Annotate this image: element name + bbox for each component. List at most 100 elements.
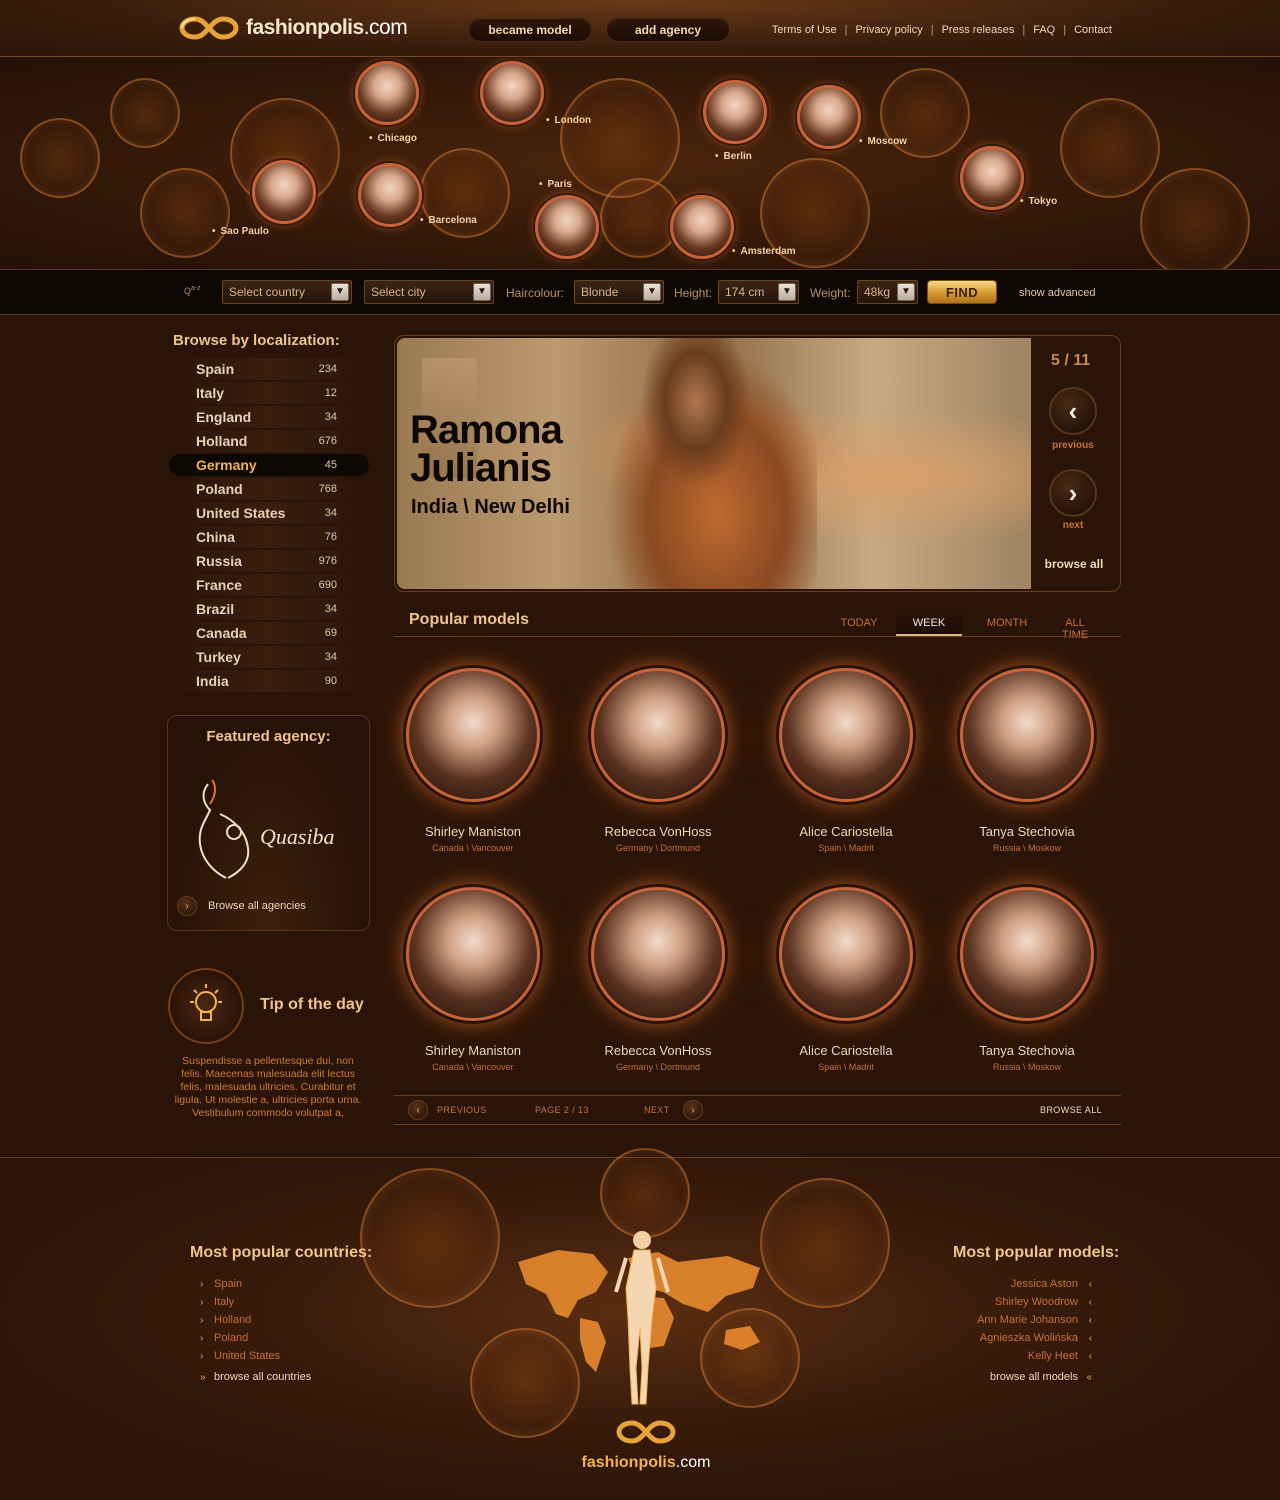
- featured-model-photo[interactable]: Ramona Julianis India \ New Delhi: [397, 338, 1031, 589]
- model-name[interactable]: Shirley Maniston: [383, 824, 563, 839]
- became-model-button[interactable]: became model: [468, 17, 592, 42]
- model-name[interactable]: Alice Cariostella: [756, 824, 936, 839]
- country-row-canada[interactable]: Canada 69: [169, 622, 369, 644]
- find-button[interactable]: FIND: [927, 280, 997, 304]
- model-name[interactable]: Rebecca VonHoss: [568, 1043, 748, 1058]
- city-paris[interactable]: Paris: [535, 179, 599, 259]
- next-slide-label[interactable]: next: [1049, 520, 1097, 531]
- chevron-right-icon[interactable]: ›: [683, 1100, 703, 1120]
- footer-logo[interactable]: fashionpolis.com: [580, 1415, 712, 1472]
- city-sao-paulo[interactable]: Sao Paulo: [221, 160, 316, 237]
- bokeh-decoration: [560, 78, 680, 198]
- country-row-united-states[interactable]: United States 34: [169, 502, 369, 524]
- browse-all-countries-link[interactable]: » browse all countries: [200, 1368, 311, 1386]
- nav-contact-link[interactable]: Contact: [1066, 24, 1112, 36]
- tab-month[interactable]: MONTH: [962, 608, 1052, 636]
- country-row-spain[interactable]: Spain 234: [169, 358, 369, 380]
- country-row-italy[interactable]: Italy 12: [169, 382, 369, 404]
- tab-all-time[interactable]: ALL TIME: [1052, 608, 1098, 641]
- height-value: 174 cm: [725, 285, 765, 299]
- pager-previous[interactable]: PREVIOUS: [437, 1105, 487, 1115]
- pager-next[interactable]: NEXT: [644, 1105, 670, 1115]
- model-card[interactable]: Shirley Maniston Canada \ Vancouver: [383, 887, 563, 1072]
- city-select[interactable]: Select city ▼: [364, 280, 494, 304]
- city-chicago[interactable]: Chicago: [355, 61, 419, 144]
- model-photo[interactable]: [591, 887, 725, 1021]
- pager-browse-all[interactable]: BROWSE ALL: [1040, 1105, 1102, 1115]
- popular-country-link[interactable]: › Poland: [200, 1329, 311, 1347]
- previous-slide-label[interactable]: previous: [1049, 440, 1097, 451]
- city-moscow[interactable]: Moscow: [797, 85, 907, 149]
- model-name[interactable]: Tanya Stechovia: [937, 1043, 1117, 1058]
- tab-today[interactable]: TODAY: [822, 608, 896, 636]
- model-name[interactable]: Alice Cariostella: [756, 1043, 936, 1058]
- city-barcelona[interactable]: Barcelona: [358, 163, 477, 227]
- country-row-china[interactable]: China 76: [169, 526, 369, 548]
- city-amsterdam[interactable]: Amsterdam: [670, 195, 796, 259]
- popular-country-link[interactable]: › Holland: [200, 1311, 311, 1329]
- country-select[interactable]: Select country ▼: [222, 280, 352, 304]
- model-card[interactable]: Rebecca VonHoss Germany \ Dortmund: [568, 887, 748, 1072]
- model-photo[interactable]: [591, 668, 725, 802]
- browse-agencies-link[interactable]: › Browse all agencies: [177, 896, 306, 916]
- model-card[interactable]: Shirley Maniston Canada \ Vancouver: [383, 668, 563, 853]
- model-card[interactable]: Rebecca VonHoss Germany \ Dortmund: [568, 668, 748, 853]
- chevron-down-icon: ▼: [643, 283, 661, 301]
- chevron-left-icon[interactable]: ‹: [408, 1100, 428, 1120]
- country-row-turkey[interactable]: Turkey 34: [169, 646, 369, 668]
- model-photo[interactable]: [406, 887, 540, 1021]
- popular-country-link[interactable]: › United States: [200, 1347, 311, 1365]
- haircolour-select[interactable]: Blonde ▼: [574, 280, 664, 304]
- weight-select[interactable]: 48kg ▼: [857, 280, 918, 304]
- popular-model-link[interactable]: Kelly Heet ‹: [956, 1347, 1092, 1365]
- browse-all-slides-link[interactable]: browse all: [1038, 557, 1110, 571]
- country-row-germany[interactable]: Germany 45: [169, 454, 369, 476]
- model-name[interactable]: Shirley Maniston: [383, 1043, 563, 1058]
- browse-all-models-link[interactable]: browse all models «: [956, 1368, 1092, 1386]
- model-photo[interactable]: [960, 887, 1094, 1021]
- add-agency-button[interactable]: add agency: [606, 17, 730, 42]
- model-photo[interactable]: [960, 668, 1094, 802]
- show-advanced-link[interactable]: show advanced: [1019, 287, 1095, 299]
- model-card[interactable]: Alice Cariostella Spain \ Madrit: [756, 668, 936, 853]
- country-name: England: [196, 409, 252, 425]
- country-row-india[interactable]: India 90: [169, 670, 369, 692]
- haircolour-label: Haircolour:: [506, 286, 565, 300]
- model-card[interactable]: Alice Cariostella Spain \ Madrit: [756, 887, 936, 1072]
- city-berlin[interactable]: Berlin: [703, 80, 767, 162]
- model-photo[interactable]: [779, 887, 913, 1021]
- popular-model-link[interactable]: Jessica Aston ‹: [956, 1275, 1092, 1293]
- country-row-holland[interactable]: Holland 676: [169, 430, 369, 452]
- popular-country-link[interactable]: › Spain: [200, 1275, 311, 1293]
- country-row-poland[interactable]: Poland 768: [169, 478, 369, 500]
- model-card[interactable]: Tanya Stechovia Russia \ Moskow: [937, 668, 1117, 853]
- nav-faq-link[interactable]: FAQ: [1025, 24, 1063, 36]
- nav-terms-link[interactable]: Terms of Use: [764, 24, 845, 36]
- model-name[interactable]: Rebecca VonHoss: [568, 824, 748, 839]
- country-row-england[interactable]: England 34: [169, 406, 369, 428]
- popular-model-link[interactable]: Ann Marie Johanson ‹: [956, 1311, 1092, 1329]
- height-select[interactable]: 174 cm ▼: [718, 280, 799, 304]
- agency-logo-icon[interactable]: [190, 774, 260, 884]
- model-photo[interactable]: [779, 668, 913, 802]
- next-slide-button[interactable]: ›: [1049, 469, 1097, 517]
- popular-model-link[interactable]: Shirley Woodrow ‹: [956, 1293, 1092, 1311]
- popular-model-link[interactable]: Agnieszka Wolińska ‹: [956, 1329, 1092, 1347]
- model-name[interactable]: Tanya Stechovia: [937, 824, 1117, 839]
- city-london[interactable]: London: [480, 61, 591, 126]
- popular-country-link[interactable]: › Italy: [200, 1293, 311, 1311]
- city-tokyo[interactable]: Tokyo: [960, 146, 1057, 210]
- city-label: Barcelona: [420, 215, 477, 226]
- model-photo[interactable]: [406, 668, 540, 802]
- country-name: Russia: [196, 553, 242, 569]
- tab-week[interactable]: WEEK: [896, 608, 962, 636]
- previous-slide-button[interactable]: ‹: [1049, 387, 1097, 435]
- country-row-russia[interactable]: Russia 976: [169, 550, 369, 572]
- country-row-france[interactable]: France 690: [169, 574, 369, 596]
- double-chevron-right-icon: »: [200, 1371, 206, 1383]
- model-card[interactable]: Tanya Stechovia Russia \ Moskow: [937, 887, 1117, 1072]
- site-logo[interactable]: fashionpolis.com: [178, 11, 408, 45]
- nav-press-link[interactable]: Press releases: [934, 24, 1023, 36]
- nav-privacy-link[interactable]: Privacy policy: [847, 24, 930, 36]
- country-row-brazil[interactable]: Brazil 34: [169, 598, 369, 620]
